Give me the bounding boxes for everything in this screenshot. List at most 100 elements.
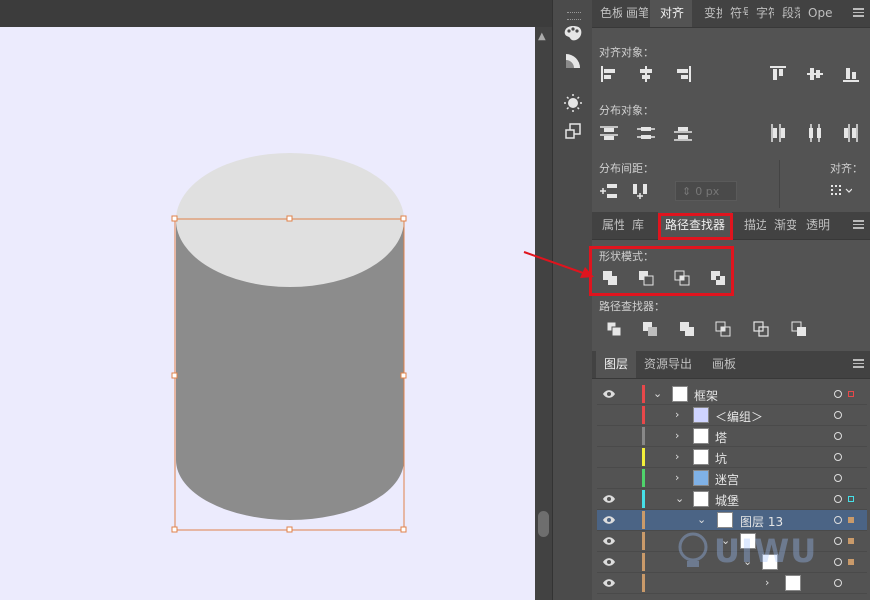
layer-thumbnail [693,470,709,486]
tab-character[interactable]: 字符 [756,0,774,27]
artboard-canvas[interactable] [0,27,535,600]
transform-icon[interactable] [561,120,585,142]
target-circle-icon[interactable] [834,453,842,461]
layer-row-castle[interactable]: ⌄ 城堡 [597,489,867,510]
layer-row-tower[interactable]: › 塔 [597,426,867,447]
chevron-right-icon[interactable]: › [675,450,679,463]
scroll-up-icon[interactable]: ▲ [538,31,546,42]
merge-icon[interactable] [676,319,698,339]
layer-color-bar [642,448,645,466]
vertical-distribute-space-icon[interactable] [598,181,620,201]
tab-symbols[interactable]: 符号 [730,0,748,27]
horizontal-distribute-space-icon[interactable] [630,181,652,201]
target-circle-icon[interactable] [834,495,842,503]
visibility-eye-icon[interactable] [602,578,616,588]
target-circle-icon[interactable] [834,579,842,587]
layer-color-bar [642,553,645,571]
canvas-vertical-scrollbar[interactable]: ▲ [535,27,552,600]
pathfinder-panel-menu-icon[interactable] [853,220,864,229]
tab-brushes[interactable]: 画笔 [626,0,648,27]
align-horizontal-center-icon[interactable] [635,64,657,84]
crop-icon[interactable] [712,319,734,339]
tab-opentype[interactable]: Ope [808,0,832,27]
target-circle-icon[interactable] [834,390,842,398]
layer-thumbnail [693,449,709,465]
collapsed-panel-strip [552,0,592,600]
trim-icon[interactable] [639,319,661,339]
layer-row-maze[interactable]: › 迷宫 [597,468,867,489]
target-circle-icon[interactable] [834,558,842,566]
target-circle-icon[interactable] [834,411,842,419]
layer-thumbnail [785,575,801,591]
distribute-bottom-icon[interactable] [672,123,694,143]
tab-transform[interactable]: 变换 [704,0,722,27]
visibility-eye-icon[interactable] [602,389,616,399]
gradient-icon[interactable] [561,50,585,72]
chevron-right-icon[interactable]: › [765,576,769,589]
panel-divider [779,160,780,208]
spacing-value-input[interactable]: ⇕ 0 px [675,181,737,201]
chevron-right-icon[interactable]: › [675,471,679,484]
align-panel: 色板 画笔 对齐 变换 符号 字符 段落 Ope 对齐对象： 分布对象： 分布间… [592,0,870,210]
appearance-icon[interactable] [561,92,585,114]
layer-color-bar [642,385,645,403]
layer-name: 迷宫 [715,473,740,487]
align-right-icon[interactable] [672,64,694,84]
align-objects-label: 对齐对象： [599,46,654,59]
align-to-selection-dropdown[interactable] [830,181,852,201]
chevron-down-icon[interactable]: ⌄ [697,513,706,526]
distribute-vertical-center-icon[interactable] [635,123,657,143]
tab-stroke[interactable]: 描边 [744,212,766,239]
selection-indicator[interactable] [848,517,854,523]
minus-back-icon[interactable] [788,319,810,339]
distribute-horizontal-center-icon[interactable] [804,123,826,143]
layer-name: 城堡 [715,494,740,508]
tab-align[interactable]: 对齐 [650,0,692,27]
color-guide-icon[interactable] [561,22,585,44]
panel-grip[interactable] [567,12,581,20]
tab-artboards[interactable]: 画板 [712,351,742,378]
layer-row-group[interactable]: › ＜编组＞ [597,405,867,426]
target-circle-icon[interactable] [834,537,842,545]
tab-layers[interactable]: 图层 [596,351,636,378]
selection-indicator[interactable] [848,496,854,502]
align-left-icon[interactable] [598,64,620,84]
tab-swatches[interactable]: 色板 [600,0,622,27]
layers-panel-menu-icon[interactable] [853,359,864,368]
distribute-right-icon[interactable] [840,123,862,143]
outline-icon[interactable] [750,319,772,339]
scroll-thumb[interactable] [538,511,549,537]
divide-icon[interactable] [603,319,625,339]
chevron-down-icon[interactable]: ⌄ [675,492,684,505]
selection-indicator[interactable] [848,391,854,397]
align-to-label: 对齐： [830,162,863,175]
layer-row-frame[interactable]: ⌄ 框架 [597,384,867,405]
chevron-down-icon[interactable]: ⌄ [653,387,662,400]
align-vertical-center-icon[interactable] [804,64,826,84]
layer-color-bar [642,511,645,529]
chevron-right-icon[interactable]: › [675,408,679,421]
distribute-top-icon[interactable] [598,123,620,143]
align-bottom-icon[interactable] [840,64,862,84]
chevron-right-icon[interactable]: › [675,429,679,442]
target-circle-icon[interactable] [834,516,842,524]
visibility-eye-icon[interactable] [602,557,616,567]
layer-row-sublayer[interactable]: › [597,573,867,594]
tab-libraries[interactable]: 库 [632,212,650,239]
tab-asset-export[interactable]: 资源导出 [644,351,700,378]
target-circle-icon[interactable] [834,432,842,440]
target-circle-icon[interactable] [834,474,842,482]
tab-properties[interactable]: 属性 [602,212,624,239]
selection-indicator[interactable] [848,538,854,544]
tab-paragraph[interactable]: 段落 [782,0,800,27]
selection-indicator[interactable] [848,559,854,565]
tab-gradient[interactable]: 渐变 [774,212,796,239]
tab-transparency[interactable]: 透明 [806,212,832,239]
align-panel-menu-icon[interactable] [853,8,864,17]
distribute-left-icon[interactable] [767,123,789,143]
layer-row-pit[interactable]: › 坑 [597,447,867,468]
visibility-eye-icon[interactable] [602,494,616,504]
visibility-eye-icon[interactable] [602,536,616,546]
visibility-eye-icon[interactable] [602,515,616,525]
align-top-icon[interactable] [767,64,789,84]
